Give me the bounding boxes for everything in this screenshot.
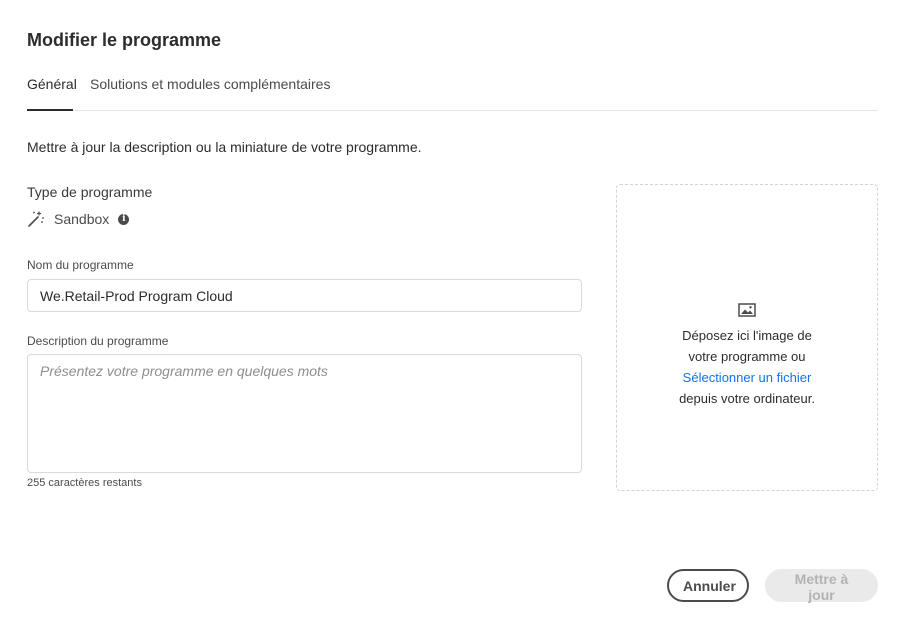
remaining-characters: 255 caractères restants (27, 477, 142, 489)
program-description-label: Description du programme (27, 334, 169, 348)
program-description-textarea[interactable] (27, 354, 582, 473)
select-file-link[interactable]: Sélectionner un fichier (617, 367, 877, 388)
intro-text: Mettre à jour la description ou la minia… (27, 139, 422, 155)
dropzone-line-2: votre programme ou (688, 349, 806, 364)
program-name-input[interactable] (27, 279, 582, 312)
magic-wand-icon (27, 210, 45, 228)
tab-list: Général Solutions et modules complémenta… (27, 72, 878, 111)
edit-program-dialog: Modifier le programme Général Solutions … (0, 0, 902, 625)
image-dropzone[interactable]: Déposez ici l'image de votre programme o… (616, 184, 878, 491)
cancel-button[interactable]: Annuler (667, 569, 749, 602)
program-type-value: Sandbox (54, 211, 110, 227)
active-tab-indicator (27, 109, 73, 111)
program-type-row: Sandbox i (27, 209, 130, 229)
update-button[interactable]: Mettre à jour (765, 569, 878, 603)
dropzone-line-1: Déposez ici l'image de (682, 328, 812, 343)
info-icon[interactable]: i (118, 213, 130, 225)
program-name-label: Nom du programme (27, 258, 134, 272)
dropzone-text: Déposez ici l'image de votre programme o… (617, 325, 877, 409)
tab-general[interactable]: Général (27, 76, 77, 92)
dropzone-line-3: depuis votre ordinateur. (679, 391, 815, 406)
dialog-title: Modifier le programme (27, 30, 222, 50)
program-type-label: Type de programme (27, 184, 153, 200)
tab-solutions-addons[interactable]: Solutions et modules complémentaires (90, 76, 330, 92)
image-icon (738, 303, 756, 317)
